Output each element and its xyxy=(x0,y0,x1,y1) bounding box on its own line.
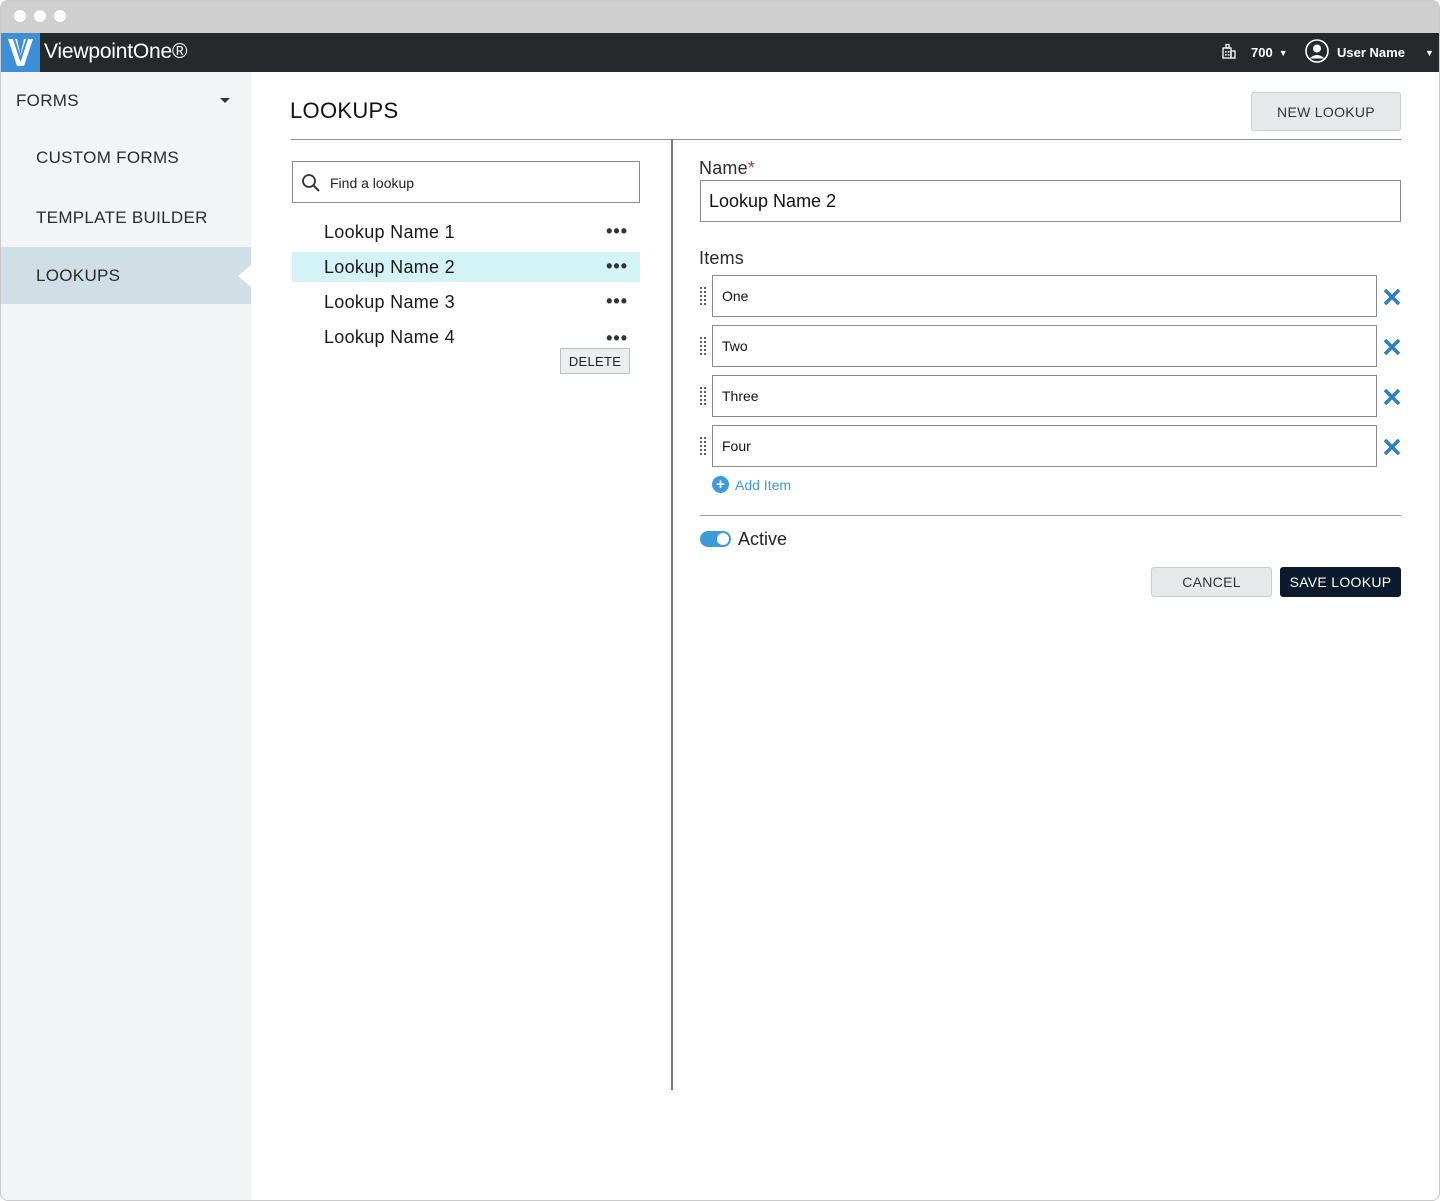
lookup-item-input[interactable]: Three xyxy=(712,375,1377,417)
name-label-text: Name xyxy=(699,158,748,178)
app-title: ViewpointOne® xyxy=(44,40,188,63)
lookup-list-item-selected[interactable]: Lookup Name 2 ••• xyxy=(292,252,640,282)
window-close-dot[interactable] xyxy=(14,10,26,22)
add-item-button[interactable]: + Add Item xyxy=(712,476,791,493)
item-value: Four xyxy=(722,438,751,454)
required-asterisk: * xyxy=(747,158,756,178)
search-placeholder: Find a lookup xyxy=(330,175,415,191)
lookup-search-input[interactable]: Find a lookup xyxy=(292,161,640,203)
window-minimize-dot[interactable] xyxy=(34,10,46,22)
sidebar: FORMS CUSTOM FORMS TEMPLATE BUILDER LOOK… xyxy=(1,72,251,1200)
company-number: 700 xyxy=(1251,45,1273,60)
more-options-icon[interactable]: ••• xyxy=(606,221,628,241)
chevron-down-icon: ▼ xyxy=(1424,47,1434,58)
app-header: ViewpointOne® 700 ▼ User Name ▼ xyxy=(1,33,1439,72)
active-indicator xyxy=(238,265,251,287)
lookup-name: Lookup Name 4 xyxy=(324,326,455,347)
user-menu[interactable]: User Name ▼ xyxy=(1305,33,1434,72)
lookup-name: Lookup Name 1 xyxy=(324,221,455,242)
remove-item-icon[interactable] xyxy=(1382,437,1402,457)
toggle-knob xyxy=(717,533,729,545)
window-titlebar xyxy=(1,1,1439,33)
lookup-name: Lookup Name 2 xyxy=(324,256,455,277)
plus-circle-icon: + xyxy=(712,476,729,493)
item-value: Two xyxy=(722,338,748,354)
active-toggle[interactable] xyxy=(700,531,731,547)
lookup-item-input[interactable]: Four xyxy=(712,425,1377,467)
building-icon xyxy=(1221,43,1237,62)
user-avatar-icon xyxy=(1305,39,1329,66)
name-label: Name* xyxy=(699,158,755,179)
drag-handle-icon[interactable] xyxy=(699,436,708,456)
lookup-item-row: Three xyxy=(699,375,1401,417)
panel-divider xyxy=(671,139,673,1090)
save-lookup-button[interactable]: SAVE LOOKUP xyxy=(1280,567,1401,597)
sidebar-section-forms[interactable]: FORMS xyxy=(16,91,79,111)
more-options-icon[interactable]: ••• xyxy=(606,328,628,348)
active-label: Active xyxy=(738,529,788,549)
lookup-item-row: Four xyxy=(699,425,1401,467)
add-item-label: Add Item xyxy=(735,476,792,493)
item-value: One xyxy=(722,288,749,304)
delete-lookup-button[interactable]: DELETE xyxy=(560,348,630,374)
remove-item-icon[interactable] xyxy=(1382,337,1402,357)
lookup-list-item[interactable]: Lookup Name 1 ••• xyxy=(292,217,640,247)
drag-handle-icon[interactable] xyxy=(699,286,708,306)
header-divider xyxy=(291,139,1401,140)
sidebar-item-label: CUSTOM FORMS xyxy=(36,147,180,167)
page-title: LOOKUPS xyxy=(290,98,399,123)
remove-item-icon[interactable] xyxy=(1382,387,1402,407)
sidebar-item-lookups[interactable]: LOOKUPS xyxy=(1,247,251,304)
lookup-item-row: One xyxy=(699,275,1401,317)
new-lookup-button[interactable]: NEW LOOKUP xyxy=(1251,92,1401,131)
sidebar-item-label: LOOKUPS xyxy=(36,265,121,285)
company-selector[interactable]: 700 ▼ xyxy=(1221,33,1288,72)
lookup-item-input[interactable]: Two xyxy=(712,325,1377,367)
lookup-list-item[interactable]: Lookup Name 3 ••• xyxy=(292,287,640,317)
chevron-down-icon: ▼ xyxy=(1278,47,1288,58)
sidebar-item-label: TEMPLATE BUILDER xyxy=(36,207,208,227)
viewpoint-logo-icon[interactable] xyxy=(1,33,40,72)
lookup-item-row: Two xyxy=(699,325,1401,367)
remove-item-icon[interactable] xyxy=(1382,287,1402,307)
window-maximize-dot[interactable] xyxy=(54,10,66,22)
sidebar-item-template-builder[interactable]: TEMPLATE BUILDER xyxy=(1,189,251,246)
lookup-name-input[interactable]: Lookup Name 2 xyxy=(700,180,1401,222)
cancel-button[interactable]: CANCEL xyxy=(1151,567,1272,597)
drag-handle-icon[interactable] xyxy=(699,336,708,356)
more-options-icon[interactable]: ••• xyxy=(606,291,628,311)
items-label: Items xyxy=(699,248,745,268)
drag-handle-icon[interactable] xyxy=(699,386,708,406)
form-divider xyxy=(700,515,1401,516)
app-window: ViewpointOne® 700 ▼ User Name ▼ FORMS CU… xyxy=(0,0,1440,1201)
lookup-name-value: Lookup Name 2 xyxy=(709,190,837,211)
caret-down-icon[interactable] xyxy=(220,98,230,103)
search-icon xyxy=(301,173,321,198)
user-name: User Name xyxy=(1337,45,1405,60)
sidebar-item-custom-forms[interactable]: CUSTOM FORMS xyxy=(1,129,251,186)
item-value: Three xyxy=(722,388,759,404)
more-options-icon[interactable]: ••• xyxy=(606,256,628,276)
lookup-item-input[interactable]: One xyxy=(712,275,1377,317)
lookup-name: Lookup Name 3 xyxy=(324,291,455,312)
